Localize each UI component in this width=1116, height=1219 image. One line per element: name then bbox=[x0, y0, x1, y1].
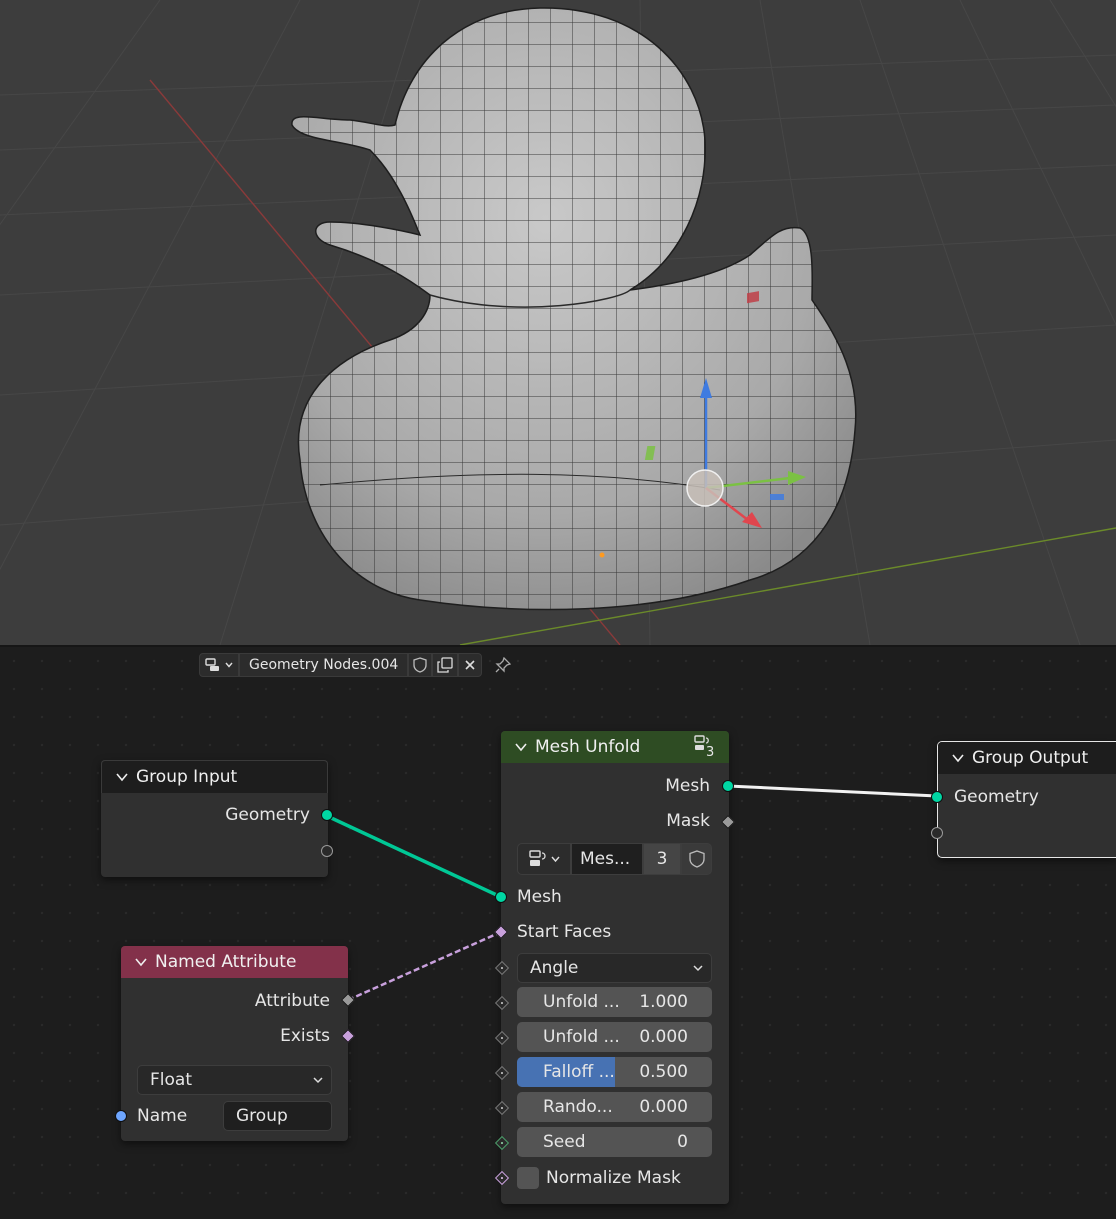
seed-field[interactable]: Seed 0 bbox=[517, 1127, 712, 1157]
socket-label: Geometry bbox=[954, 787, 1039, 807]
node-header[interactable]: Group Input bbox=[101, 760, 328, 793]
named-attribute-node[interactable]: Named Attribute Attribute Exists Float N… bbox=[115, 946, 356, 1141]
node-group-header: Geometry Nodes.004 bbox=[199, 652, 514, 678]
socket-label: Mesh bbox=[517, 887, 562, 907]
socket-row-mask-out: Mask bbox=[666, 811, 710, 831]
dropdown-value: Float bbox=[150, 1070, 192, 1090]
collapse-chevron-icon[interactable] bbox=[116, 771, 128, 783]
socket-label: Attribute bbox=[254, 991, 330, 1011]
node-group-users-button[interactable]: 3 bbox=[643, 843, 681, 875]
socket-row-geometry: Geometry bbox=[954, 787, 1039, 807]
extend-output-socket[interactable] bbox=[321, 845, 333, 857]
extend-input-socket[interactable] bbox=[931, 827, 943, 839]
pin-button[interactable] bbox=[492, 654, 514, 676]
duplicate-icon bbox=[437, 657, 453, 673]
socket-row-attribute: Attribute bbox=[255, 991, 330, 1011]
normalize-mask-checkbox[interactable] bbox=[517, 1167, 539, 1189]
mesh-input-socket[interactable] bbox=[495, 891, 507, 903]
node-header[interactable]: Named Attribute bbox=[121, 946, 348, 978]
name-label: Name bbox=[137, 1106, 188, 1126]
group-output-node[interactable]: Group Output Geometry bbox=[931, 741, 1116, 858]
name-input[interactable]: Group bbox=[223, 1101, 332, 1131]
node-group-users-badge: 3 bbox=[693, 735, 721, 761]
socket-row-exists: Exists bbox=[280, 1026, 330, 1046]
socket-label: Start Faces bbox=[517, 922, 612, 942]
field-value: 0.000 bbox=[639, 1027, 688, 1047]
group-input-node[interactable]: Group Input Geometry bbox=[101, 760, 333, 877]
node-title: Group Input bbox=[136, 767, 238, 787]
dropdown-value: Angle bbox=[530, 958, 579, 978]
socket-row-start-faces: Start Faces bbox=[517, 922, 611, 942]
field-label: Unfold ... bbox=[543, 992, 620, 1012]
normalize-mask-row: Normalize Mask bbox=[517, 1167, 681, 1189]
field-label: Unfold ... bbox=[543, 1027, 620, 1047]
node-group-name-field[interactable]: Mes... bbox=[571, 843, 643, 875]
node-group-selector: Mes... 3 bbox=[517, 843, 712, 875]
fake-user-button[interactable] bbox=[408, 653, 433, 677]
fake-user-shield-icon bbox=[688, 850, 705, 868]
field-value: 1.000 bbox=[639, 992, 688, 1012]
field-value: 0.500 bbox=[639, 1062, 688, 1082]
name-input-socket[interactable] bbox=[115, 1110, 127, 1122]
geometry-input-socket[interactable] bbox=[931, 791, 943, 803]
fake-user-button[interactable] bbox=[681, 843, 712, 875]
geometry-output-socket[interactable] bbox=[321, 809, 333, 821]
checkbox-label: Normalize Mask bbox=[546, 1168, 681, 1188]
chevron-down-icon bbox=[551, 856, 560, 862]
field-value: 0 bbox=[677, 1132, 688, 1152]
mesh-output-socket[interactable] bbox=[722, 780, 734, 792]
field-value: 0.000 bbox=[639, 1097, 688, 1117]
viewport-scene bbox=[0, 0, 1116, 645]
unlink-button[interactable] bbox=[458, 653, 483, 677]
unlink-x-icon bbox=[465, 660, 475, 670]
node-title: Group Output bbox=[972, 748, 1089, 768]
pin-icon bbox=[495, 657, 512, 673]
socket-label: Mesh bbox=[665, 776, 710, 796]
socket-row-geometry: Geometry bbox=[225, 805, 310, 825]
node-tree-browse-icon bbox=[205, 658, 219, 671]
3d-viewport[interactable] bbox=[0, 0, 1116, 645]
fake-user-shield-icon bbox=[413, 657, 427, 673]
falloff-slider[interactable]: Falloff ... 0.500 bbox=[517, 1057, 712, 1087]
socket-label: Mask bbox=[666, 811, 710, 831]
mode-dropdown[interactable]: Angle bbox=[517, 953, 712, 983]
node-group-name-field[interactable]: Geometry Nodes.004 bbox=[239, 653, 409, 677]
user-count: 3 bbox=[706, 745, 715, 760]
socket-label: Exists bbox=[280, 1026, 330, 1046]
node-group-browse-button[interactable] bbox=[517, 843, 571, 875]
collapse-chevron-icon[interactable] bbox=[952, 752, 964, 764]
unfold-offset-field[interactable]: Unfold ... 0.000 bbox=[517, 1022, 712, 1052]
mesh-unfold-node[interactable]: Mesh Unfold 3 Mesh Mask Mes... 3 Mesh St… bbox=[493, 731, 736, 1204]
collapse-chevron-icon[interactable] bbox=[515, 741, 527, 753]
chevron-down-icon bbox=[693, 965, 703, 972]
node-header[interactable]: Group Output bbox=[938, 742, 1116, 774]
node-title: Mesh Unfold bbox=[535, 737, 641, 757]
field-label: Seed bbox=[543, 1132, 586, 1152]
duplicate-button[interactable] bbox=[432, 653, 459, 677]
randomness-field[interactable]: Rando... 0.000 bbox=[517, 1092, 712, 1122]
data-type-dropdown[interactable]: Float bbox=[137, 1065, 332, 1095]
node-title: Named Attribute bbox=[155, 952, 297, 972]
node-tree-browse-button[interactable] bbox=[199, 653, 239, 677]
field-label: Rando... bbox=[543, 1097, 613, 1117]
name-row: Name bbox=[137, 1106, 187, 1126]
duck-mesh bbox=[291, 7, 857, 611]
collapse-chevron-icon[interactable] bbox=[135, 956, 147, 968]
field-label: Falloff ... bbox=[543, 1062, 615, 1082]
socket-row-mesh-out: Mesh bbox=[665, 776, 710, 796]
socket-row-mesh-in: Mesh bbox=[517, 887, 562, 907]
node-tree-browse-icon bbox=[529, 850, 546, 866]
socket-label: Geometry bbox=[225, 805, 310, 825]
chevron-down-icon bbox=[225, 662, 233, 668]
chevron-down-icon bbox=[313, 1077, 323, 1084]
unfold-amount-field[interactable]: Unfold ... 1.000 bbox=[517, 987, 712, 1017]
